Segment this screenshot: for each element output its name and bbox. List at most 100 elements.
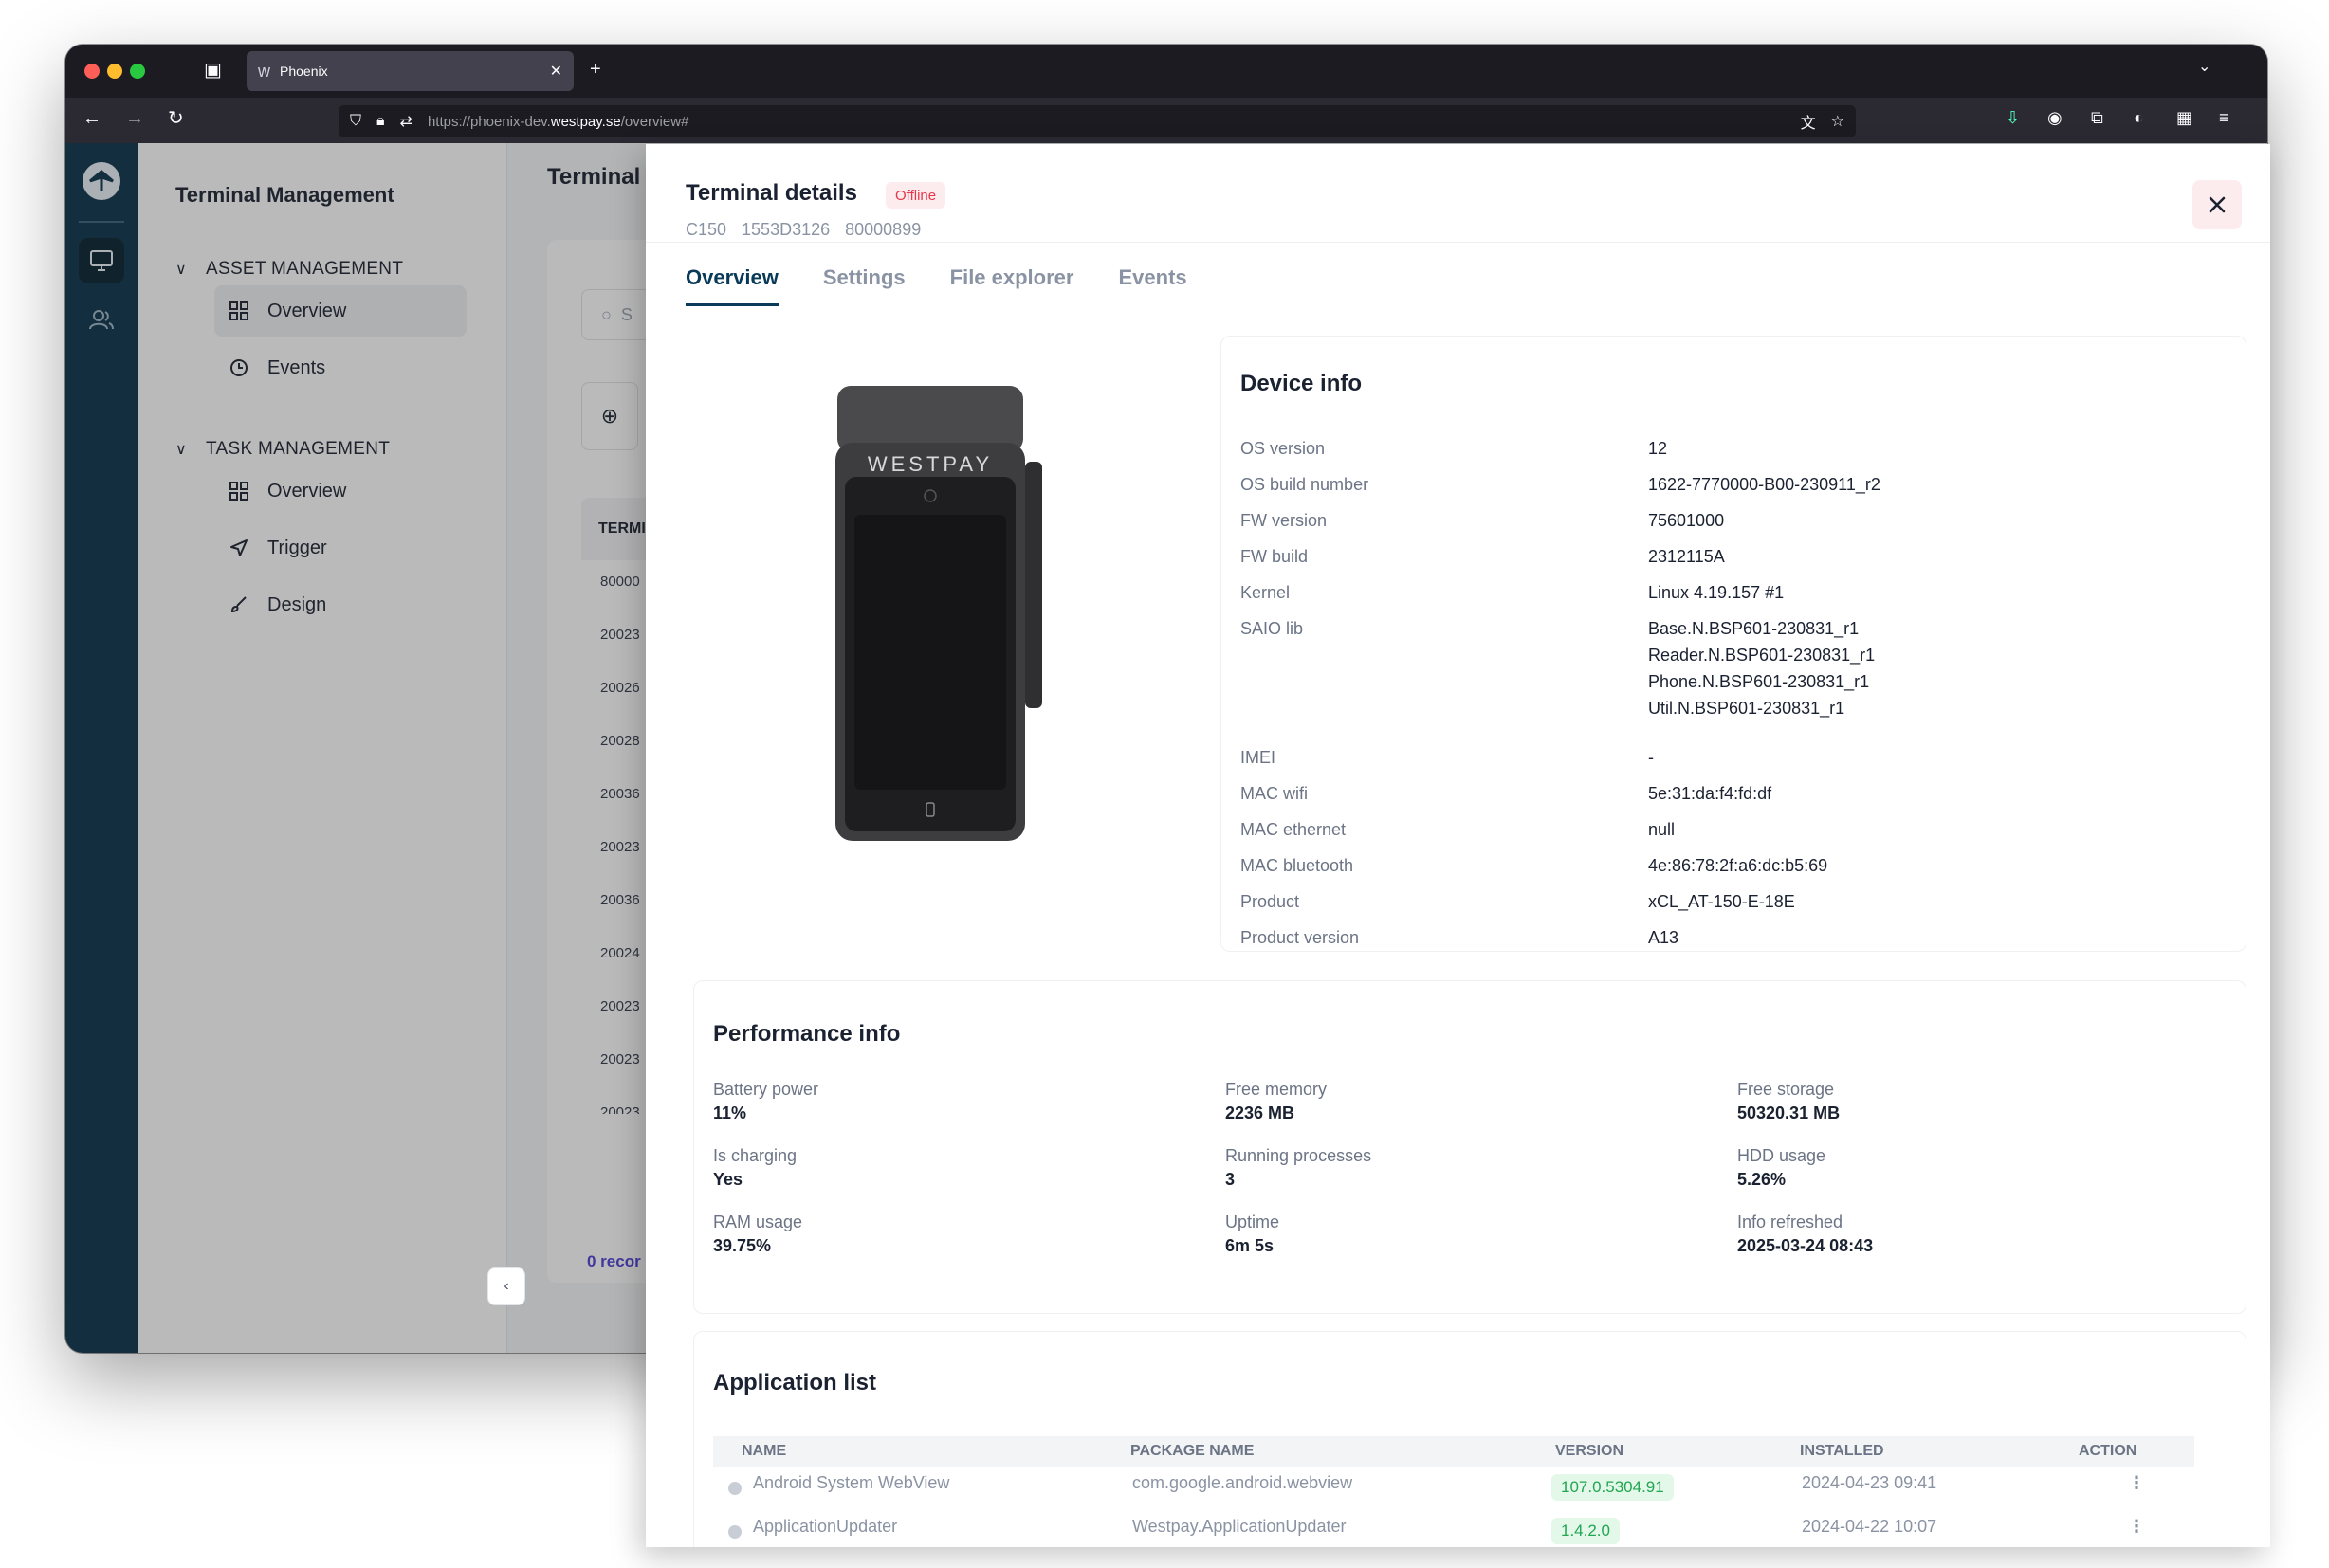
- kv-label: Product version: [1240, 928, 1360, 947]
- terminal-id: 80000899: [845, 220, 922, 239]
- perf-running-processes: Running processes 3: [1225, 1146, 1372, 1189]
- phoenix-favicon-icon: ᴡ: [258, 61, 270, 81]
- kv-label: Kernel: [1240, 583, 1291, 602]
- tab-title: Phoenix: [280, 64, 328, 79]
- kv-label: FW build: [1240, 547, 1309, 566]
- perf-hdd-usage: HDD usage 5.26%: [1737, 1146, 1826, 1189]
- terminal-model: C150: [686, 220, 727, 239]
- addon-icon[interactable]: ◐: [2134, 109, 2144, 126]
- kv-value: Base.N.BSP601-230831_r1 Reader.N.BSP601-…: [1648, 619, 1876, 718]
- status-badge: Offline: [886, 182, 946, 209]
- close-icon: [2209, 196, 2226, 213]
- tab-file-explorer[interactable]: File explorer: [950, 265, 1074, 306]
- shield-icon[interactable]: ⛉: [350, 113, 361, 130]
- version-badge: 107.0.5304.91: [1551, 1474, 1674, 1501]
- browser-tabbar: ▣ ᴡ Phoenix ✕ + ⌄: [65, 45, 2267, 98]
- perf-is-charging: Is charging Yes: [713, 1146, 798, 1189]
- account-icon[interactable]: ◉: [2047, 109, 2063, 126]
- kv-label: OS version: [1240, 439, 1326, 458]
- translate-icon[interactable]: 文: [1801, 110, 1816, 133]
- url-text[interactable]: https://phoenix-dev.westpay.se/overview#: [428, 114, 1801, 130]
- drawer-header: Terminal details Offline C150 1553D3126 …: [646, 144, 2270, 243]
- col-package-name[interactable]: PACKAGE NAME: [1130, 1443, 1254, 1460]
- kv-label: MAC ethernet: [1240, 820, 1347, 839]
- perf-battery-power: Battery power 11%: [713, 1080, 819, 1122]
- status-dot: [728, 1482, 742, 1495]
- row-actions-icon[interactable]: ⋮: [2128, 1473, 2145, 1493]
- bookmark-star-icon[interactable]: ☆: [1831, 112, 1844, 131]
- kv-value: 12: [1648, 439, 1668, 458]
- tab-events[interactable]: Events: [1118, 265, 1186, 306]
- kv-value: null: [1648, 820, 1676, 839]
- drawer-tabs: Overview Settings File explorer Events: [686, 265, 1187, 306]
- downloads-icon[interactable]: ⇩: [2006, 109, 2020, 126]
- drawer-title: Terminal details: [686, 180, 857, 206]
- back-icon[interactable]: ←: [83, 109, 101, 128]
- chevron-left-icon: ‹: [504, 1278, 509, 1294]
- col-version[interactable]: VERSION: [1555, 1443, 1623, 1460]
- terminal-device-image: WESTPAY: [835, 386, 1042, 841]
- tab-overview-icon[interactable]: ▣: [204, 61, 222, 80]
- kv-value: 2312115A: [1648, 547, 1725, 566]
- kv-label: OS build number: [1240, 475, 1369, 494]
- version-badge: 1.4.2.0: [1551, 1518, 1620, 1544]
- kv-label: FW version: [1240, 511, 1328, 530]
- browser-tab[interactable]: ᴡ Phoenix ✕: [247, 51, 574, 91]
- table-row[interactable]: ApplicationUpdater Westpay.ApplicationUp…: [713, 1510, 2194, 1547]
- perf-ram-usage: RAM usage 39.75%: [713, 1212, 803, 1255]
- kv-value: 5e:31:da:f4:fd:df: [1648, 784, 1772, 803]
- permissions-icon[interactable]: ⇄: [400, 112, 413, 131]
- status-dot: [728, 1525, 742, 1539]
- zoom-window-button[interactable]: [130, 64, 145, 79]
- kv-value: Linux 4.19.157 #1: [1648, 583, 1785, 602]
- perf-uptime: Uptime 6m 5s: [1225, 1212, 1280, 1255]
- application-list-title: Application list: [713, 1370, 877, 1395]
- extensions-icon[interactable]: ⧉: [2091, 109, 2103, 126]
- list-tabs-chevron-icon[interactable]: ⌄: [2198, 60, 2210, 75]
- menu-icon[interactable]: ≡: [2219, 109, 2229, 126]
- kv-label: MAC bluetooth: [1240, 856, 1354, 875]
- kv-value: 75601000: [1648, 511, 1725, 530]
- kv-label: IMEI: [1240, 748, 1276, 767]
- collapse-sidebar-button[interactable]: ‹: [487, 1267, 525, 1305]
- terminal-identifiers: C150 1553D3126 80000899: [686, 220, 921, 240]
- col-installed[interactable]: INSTALLED: [1800, 1443, 1884, 1460]
- kv-value: 4e:86:78:2f:a6:dc:b5:69: [1648, 856, 1828, 875]
- device-info-title: Device info: [1240, 371, 1363, 396]
- kv-label: SAIO lib: [1240, 619, 1304, 638]
- close-drawer-button[interactable]: [2192, 180, 2242, 229]
- kv-value: 1622-7770000-B00-230911_r2: [1648, 475, 1880, 494]
- col-action: ACTION: [2079, 1443, 2137, 1459]
- reload-icon[interactable]: ↻: [168, 109, 184, 128]
- kv-value: -: [1648, 748, 1654, 767]
- new-tab-icon[interactable]: +: [590, 60, 601, 79]
- kv-value: xCL_AT-150-E-18E: [1648, 892, 1795, 911]
- tab-settings[interactable]: Settings: [823, 265, 906, 306]
- terminal-details-drawer: Terminal details Offline C150 1553D3126 …: [646, 144, 2270, 1547]
- row-actions-icon[interactable]: ⋮: [2128, 1517, 2145, 1537]
- perf-free-memory: Free memory 2236 MB: [1225, 1080, 1328, 1122]
- table-row[interactable]: Android System WebView com.google.androi…: [713, 1467, 2194, 1510]
- forward-icon[interactable]: →: [125, 109, 144, 128]
- perf-info-refreshed: Info refreshed 2025-03-24 08:43: [1737, 1212, 1874, 1255]
- browser-navbar: ← → ↻ ⛉ 🔒︎ ⇄ https://phoenix-dev.westpay…: [65, 98, 2267, 143]
- minimize-window-button[interactable]: [107, 64, 122, 79]
- url-bar[interactable]: ⛉ 🔒︎ ⇄ https://phoenix-dev.westpay.se/ov…: [339, 105, 1856, 137]
- col-name[interactable]: NAME: [742, 1443, 786, 1460]
- close-window-button[interactable]: [84, 64, 100, 79]
- close-tab-icon[interactable]: ✕: [550, 62, 562, 81]
- terminal-serial: 1553D3126: [742, 220, 831, 239]
- device-brand-label: WESTPAY: [868, 452, 993, 476]
- application-table-header: NAME PACKAGE NAME VERSION INSTALLED ACTI…: [713, 1436, 2194, 1467]
- performance-info-title: Performance info: [713, 1021, 901, 1047]
- application-list-card: Application list NAME PACKAGE NAME VERSI…: [693, 1331, 2246, 1547]
- kv-label: Product: [1240, 892, 1300, 911]
- kv-value: A13: [1648, 928, 1679, 947]
- lock-icon[interactable]: 🔒︎: [376, 113, 385, 130]
- tab-overview[interactable]: Overview: [686, 265, 779, 306]
- perf-free-storage: Free storage 50320.31 MB: [1737, 1080, 1841, 1122]
- performance-info-card: Performance info Battery power 11% Free m…: [693, 980, 2246, 1314]
- qr-icon[interactable]: ▦: [2176, 109, 2192, 126]
- kv-label: MAC wifi: [1240, 784, 1308, 803]
- device-info-card: Device info OS version 12 OS build numbe…: [1220, 336, 2246, 952]
